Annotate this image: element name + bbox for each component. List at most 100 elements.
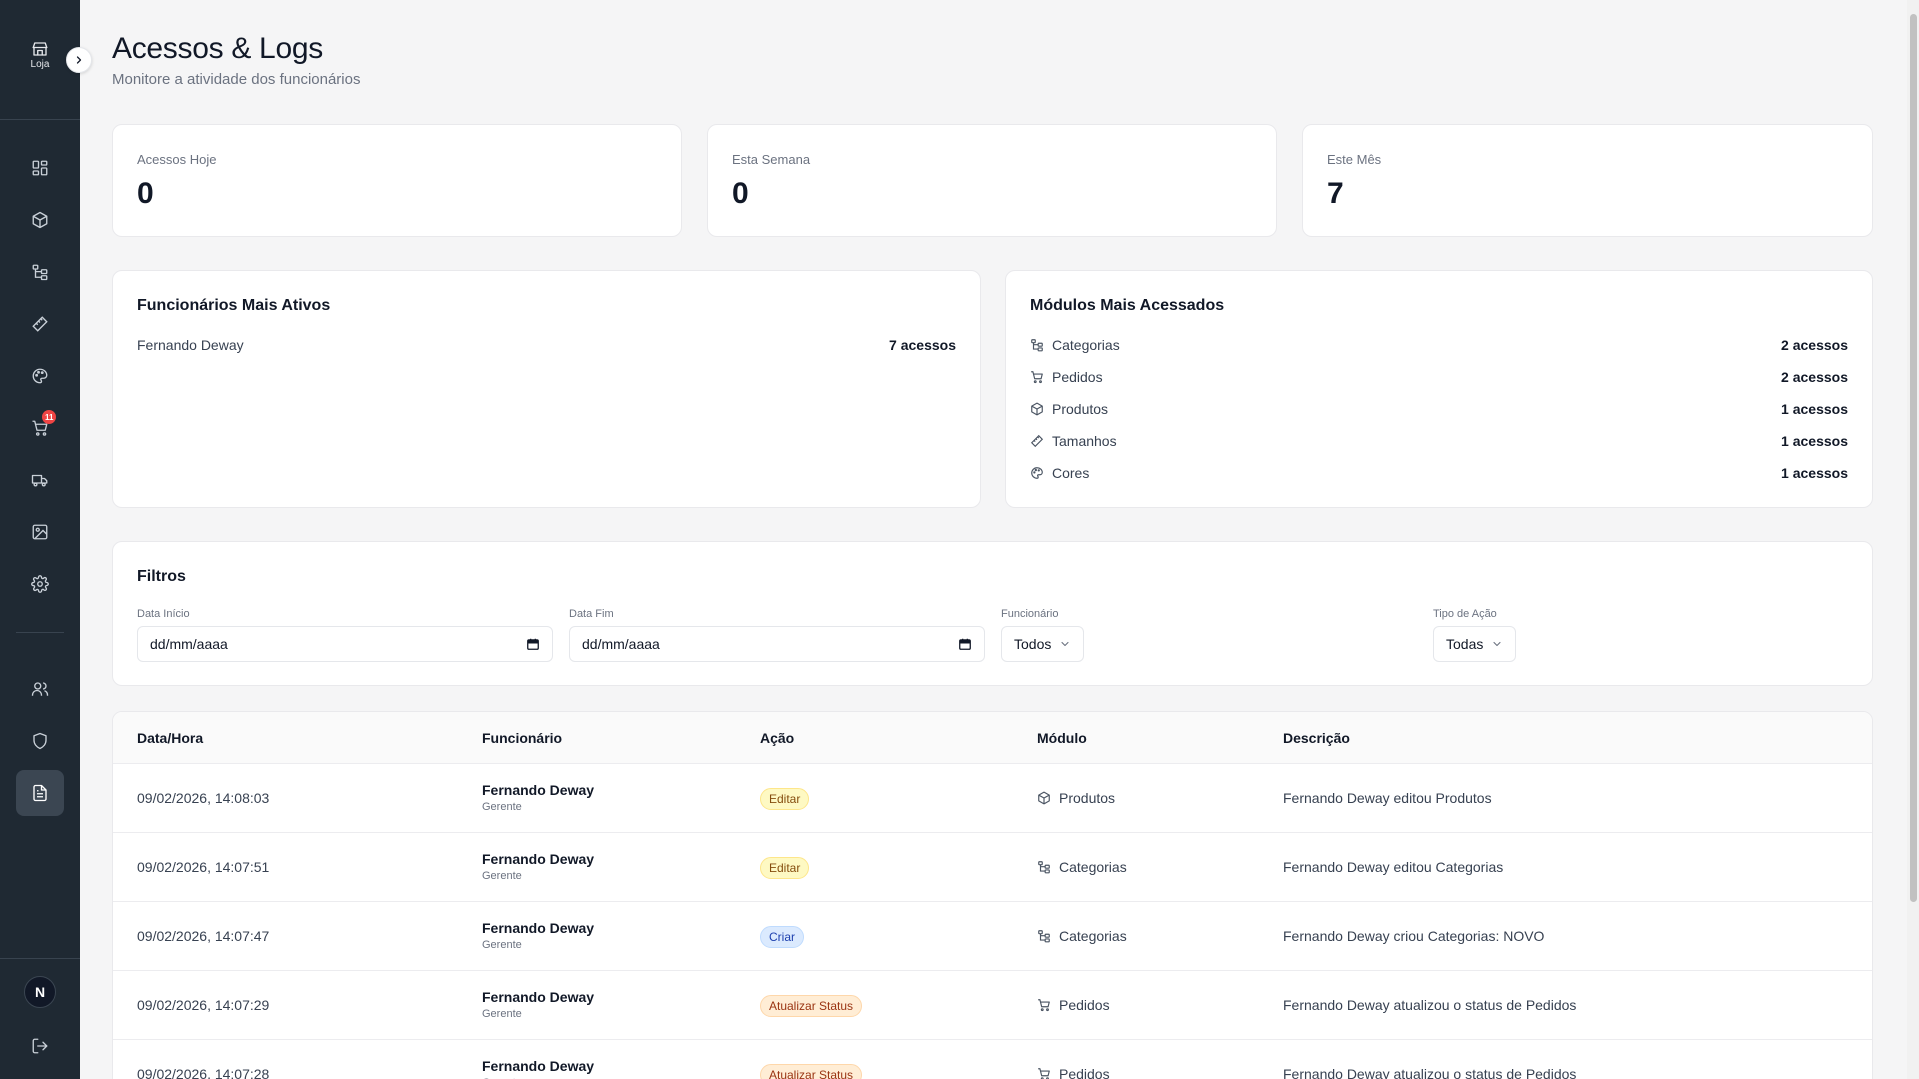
filter-label: Funcionário — [1001, 608, 1059, 620]
action-badge: Editar — [760, 788, 810, 810]
log-module: Categorias — [1037, 859, 1127, 875]
date-value: dd/mm/aaaa — [582, 636, 660, 652]
log-employee-role: Gerente — [482, 1008, 522, 1020]
palette-icon — [1030, 466, 1044, 480]
log-description: Fernando Deway criou Categorias: NOVO — [1283, 928, 1545, 944]
employee-row: Fernando Deway 7 acessos — [137, 335, 956, 355]
truck-icon — [31, 474, 48, 487]
card-title: Módulos Mais Acessados — [1030, 297, 1225, 314]
action-badge: Criar — [760, 926, 804, 948]
column-header-module[interactable]: Módulo — [1037, 730, 1087, 746]
table-row[interactable]: 09/02/2026, 14:07:47 Fernando Deway Gere… — [113, 902, 1872, 971]
user-avatar[interactable]: N — [24, 976, 56, 1008]
end-date-input[interactable]: dd/mm/aaaa — [569, 626, 985, 662]
nav-orders[interactable]: 11 — [16, 405, 64, 451]
tree-icon — [32, 264, 48, 281]
dashboard-icon — [32, 160, 48, 176]
palette-icon — [32, 368, 48, 384]
nav-categories[interactable] — [16, 249, 64, 295]
log-employee-name: Fernando Deway — [482, 989, 595, 1005]
logout-button[interactable] — [28, 1034, 52, 1058]
column-header-employee[interactable]: Funcionário — [482, 730, 562, 746]
log-datetime: 09/02/2026, 14:07:51 — [137, 859, 270, 875]
module-row: Produtos 1 acessos — [1030, 399, 1848, 419]
access-count: 1 acessos — [1781, 465, 1848, 481]
box-icon — [1037, 791, 1051, 805]
tree-icon — [1030, 338, 1044, 352]
sidebar-divider — [0, 119, 80, 120]
log-datetime: 09/02/2026, 14:08:03 — [137, 790, 270, 806]
store-icon — [32, 42, 48, 56]
card-title: Funcionários Mais Ativos — [137, 297, 331, 314]
users-icon — [31, 682, 49, 696]
access-count: 1 acessos — [1781, 433, 1848, 449]
module-name: Pedidos — [1059, 1066, 1110, 1079]
log-description: Fernando Deway editou Categorias — [1283, 859, 1504, 875]
filters-card: Filtros Data Início dd/mm/aaaa Data Fim … — [112, 541, 1873, 686]
table-row[interactable]: 09/02/2026, 14:07:28 Fernando Deway Gere… — [113, 1040, 1872, 1079]
nav-employees[interactable] — [16, 666, 64, 712]
page-subtitle: Monitore a atividade dos funcionários — [112, 71, 361, 88]
access-count: 2 acessos — [1781, 337, 1848, 353]
module-name: Cores — [1052, 465, 1090, 481]
calendar-icon[interactable] — [958, 637, 972, 651]
nav-shipping[interactable] — [16, 457, 64, 503]
box-icon — [1030, 402, 1044, 416]
table-row[interactable]: 09/02/2026, 14:08:03 Fernando Deway Gere… — [113, 764, 1872, 833]
log-description: Fernando Deway atualizou o status de Ped… — [1283, 1066, 1577, 1079]
select-value: Todas — [1446, 636, 1484, 652]
start-date-input[interactable]: dd/mm/aaaa — [137, 626, 553, 662]
log-employee-name: Fernando Deway — [482, 920, 595, 936]
nav-permissions[interactable] — [16, 718, 64, 764]
scrollbar-thumb[interactable] — [1910, 14, 1917, 902]
column-header-action[interactable]: Ação — [760, 730, 794, 746]
log-module: Pedidos — [1037, 997, 1110, 1013]
chevron-down-icon — [1493, 641, 1501, 647]
module-row: Tamanhos 1 acessos — [1030, 431, 1848, 451]
page-title: Acessos & Logs — [112, 32, 323, 65]
sidebar-divider — [0, 958, 80, 959]
sidebar-toggle-button[interactable] — [66, 47, 92, 73]
module-name: Produtos — [1052, 401, 1109, 417]
log-employee-name: Fernando Deway — [482, 782, 595, 798]
nav-access-logs[interactable] — [16, 770, 64, 816]
stat-label: Acessos Hoje — [137, 152, 217, 167]
action-type-select[interactable]: Todas — [1433, 626, 1517, 662]
chevron-right-icon — [76, 56, 82, 64]
active-employees-card: Funcionários Mais Ativos Fernando Deway … — [112, 270, 981, 508]
nav-dashboard[interactable] — [16, 145, 64, 191]
nav-colors[interactable] — [16, 353, 64, 399]
logs-table: Data/Hora Funcionário Ação Módulo Descri… — [112, 711, 1873, 1079]
module-name: Pedidos — [1052, 369, 1103, 385]
nav-products[interactable] — [16, 197, 64, 243]
shield-icon — [33, 732, 47, 750]
filter-start-date: Data Início dd/mm/aaaa — [137, 608, 553, 662]
stat-card-month: Este Mês 7 — [1302, 124, 1873, 237]
nav-banners[interactable] — [16, 509, 64, 555]
filter-end-date: Data Fim dd/mm/aaaa — [569, 608, 985, 662]
filter-label: Tipo de Ação — [1433, 608, 1497, 620]
page-scrollbar[interactable] — [1907, 0, 1919, 1079]
box-icon — [32, 211, 48, 229]
employee-select[interactable]: Todos — [1001, 626, 1085, 662]
tree-icon — [1037, 929, 1051, 943]
module-name: Categorias — [1052, 337, 1120, 353]
calendar-icon[interactable] — [526, 637, 540, 651]
stat-value: 0 — [732, 177, 749, 210]
log-employee-name: Fernando Deway — [482, 851, 595, 867]
table-row[interactable]: 09/02/2026, 14:07:29 Fernando Deway Gere… — [113, 971, 1872, 1040]
column-header-datetime[interactable]: Data/Hora — [137, 730, 203, 746]
access-count: 7 acessos — [889, 337, 956, 353]
filter-employee: Funcionário Todos — [1001, 608, 1085, 662]
cart-count-badge: 11 — [42, 410, 57, 424]
stat-label: Esta Semana — [732, 152, 811, 167]
nav-settings[interactable] — [16, 561, 64, 607]
module-row: Cores 1 acessos — [1030, 463, 1848, 483]
column-header-description[interactable]: Descrição — [1283, 730, 1350, 746]
log-employee-role: Gerente — [482, 801, 522, 813]
top-modules-card: Módulos Mais Acessados Categorias 2 aces… — [1005, 270, 1873, 508]
table-row[interactable]: 09/02/2026, 14:07:51 Fernando Deway Gere… — [113, 833, 1872, 902]
nav-sizes[interactable] — [16, 301, 64, 347]
module-name: Categorias — [1059, 859, 1127, 875]
action-badge: Editar — [760, 857, 810, 879]
